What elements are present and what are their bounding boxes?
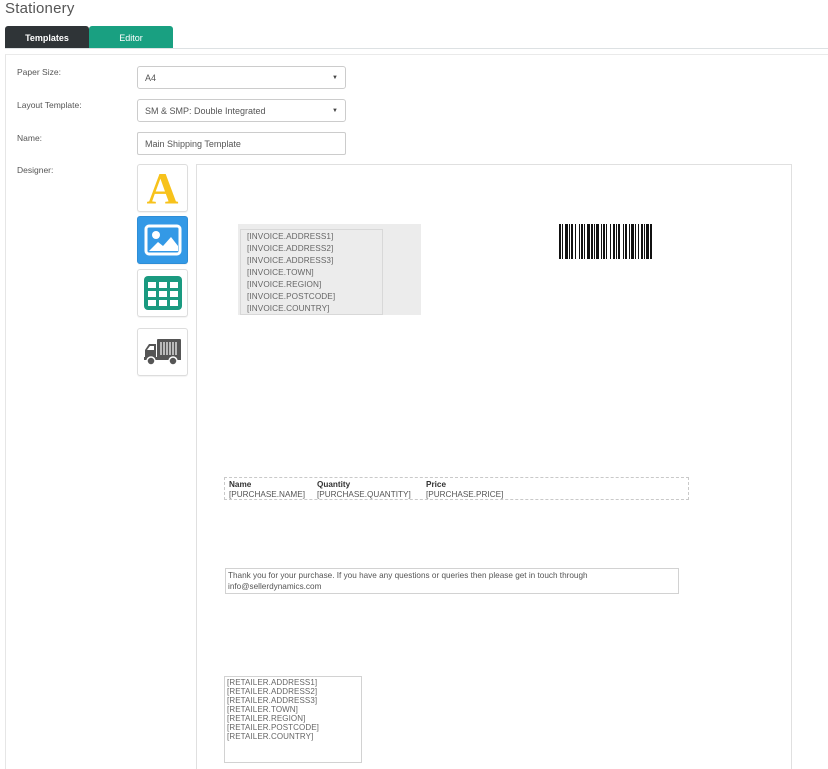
retailer-address3: [RETAILER.ADDRESS3] [227,696,318,705]
retailer-postcode: [RETAILER.POSTCODE] [227,723,319,732]
layout-template-select[interactable]: SM & SMP: Double Integrated ▼ [137,99,346,122]
column-header-name: Name [229,480,252,489]
cell-purchase-quantity: [PURCHASE.QUANTITY] [317,490,411,499]
invoice-town: [INVOICE.TOWN] [247,268,314,277]
name-input[interactable] [137,132,346,155]
retailer-country: [RETAILER.COUNTRY] [227,732,314,741]
text-tool-button[interactable]: A [137,164,188,212]
letter-a-icon: A [146,164,179,213]
delivery-truck-icon [143,339,181,366]
retailer-region: [RETAILER.REGION] [227,714,306,723]
table-tool-button[interactable] [137,269,188,317]
invoice-country: [INVOICE.COUNTRY] [247,304,330,313]
image-tool-button[interactable] [137,216,188,264]
column-header-price: Price [426,480,447,489]
paper-size-value: A4 [145,72,157,83]
tab-bar: Templates Editor [5,26,173,49]
retailer-address1: [RETAILER.ADDRESS1] [227,678,318,687]
designer-canvas[interactable]: [INVOICE.ADDRESS1] [INVOICE.ADDRESS2] [I… [196,164,792,769]
tab-divider [5,48,828,49]
name-label: Name: [17,133,43,143]
invoice-address-fields: [INVOICE.ADDRESS1] [INVOICE.ADDRESS2] [I… [240,229,383,315]
cell-purchase-name: [PURCHASE.NAME] [229,490,305,499]
layout-template-label: Layout Template: [17,100,82,110]
retailer-town: [RETAILER.TOWN] [227,705,298,714]
retailer-address-block[interactable]: [RETAILER.ADDRESS1] [RETAILER.ADDRESS2] … [224,676,362,763]
invoice-postcode: [INVOICE.POSTCODE] [247,292,336,301]
paper-size-label: Paper Size: [17,67,61,77]
shipping-tool-button[interactable] [137,328,188,376]
retailer-address2: [RETAILER.ADDRESS2] [227,687,318,696]
chevron-down-icon: ▼ [332,108,338,114]
designer-label: Designer: [17,165,54,175]
invoice-address3: [INVOICE.ADDRESS3] [247,256,334,265]
page-title: Stationery [5,0,75,17]
invoice-address-block[interactable]: [INVOICE.ADDRESS1] [INVOICE.ADDRESS2] [I… [238,224,421,315]
table-grid-icon [143,276,182,310]
purchase-table[interactable]: Name Quantity Price [PURCHASE.NAME] [PUR… [224,477,689,500]
chevron-down-icon: ▼ [332,75,338,81]
thank-you-line2: info@sellerdynamics.com [228,582,322,591]
tab-templates[interactable]: Templates [5,26,89,49]
paper-size-select[interactable]: A4 ▼ [137,66,346,89]
barcode-icon[interactable] [559,224,695,259]
table-row: [PURCHASE.NAME] [PURCHASE.QUANTITY] [PUR… [229,490,688,500]
thank-you-text-block[interactable]: Thank you for your purchase. If you have… [225,568,679,594]
cell-purchase-price: [PURCHASE.PRICE] [426,490,504,499]
invoice-address2: [INVOICE.ADDRESS2] [247,244,334,253]
tab-editor[interactable]: Editor [89,26,173,49]
invoice-region: [INVOICE.REGION] [247,280,322,289]
layout-template-value: SM & SMP: Double Integrated [145,105,266,116]
picture-icon [144,224,181,256]
column-header-quantity: Quantity [317,480,351,489]
thank-you-line1: Thank you for your purchase. If you have… [228,571,588,580]
invoice-address1: [INVOICE.ADDRESS1] [247,232,334,241]
purchase-table-header: Name Quantity Price [229,480,688,490]
